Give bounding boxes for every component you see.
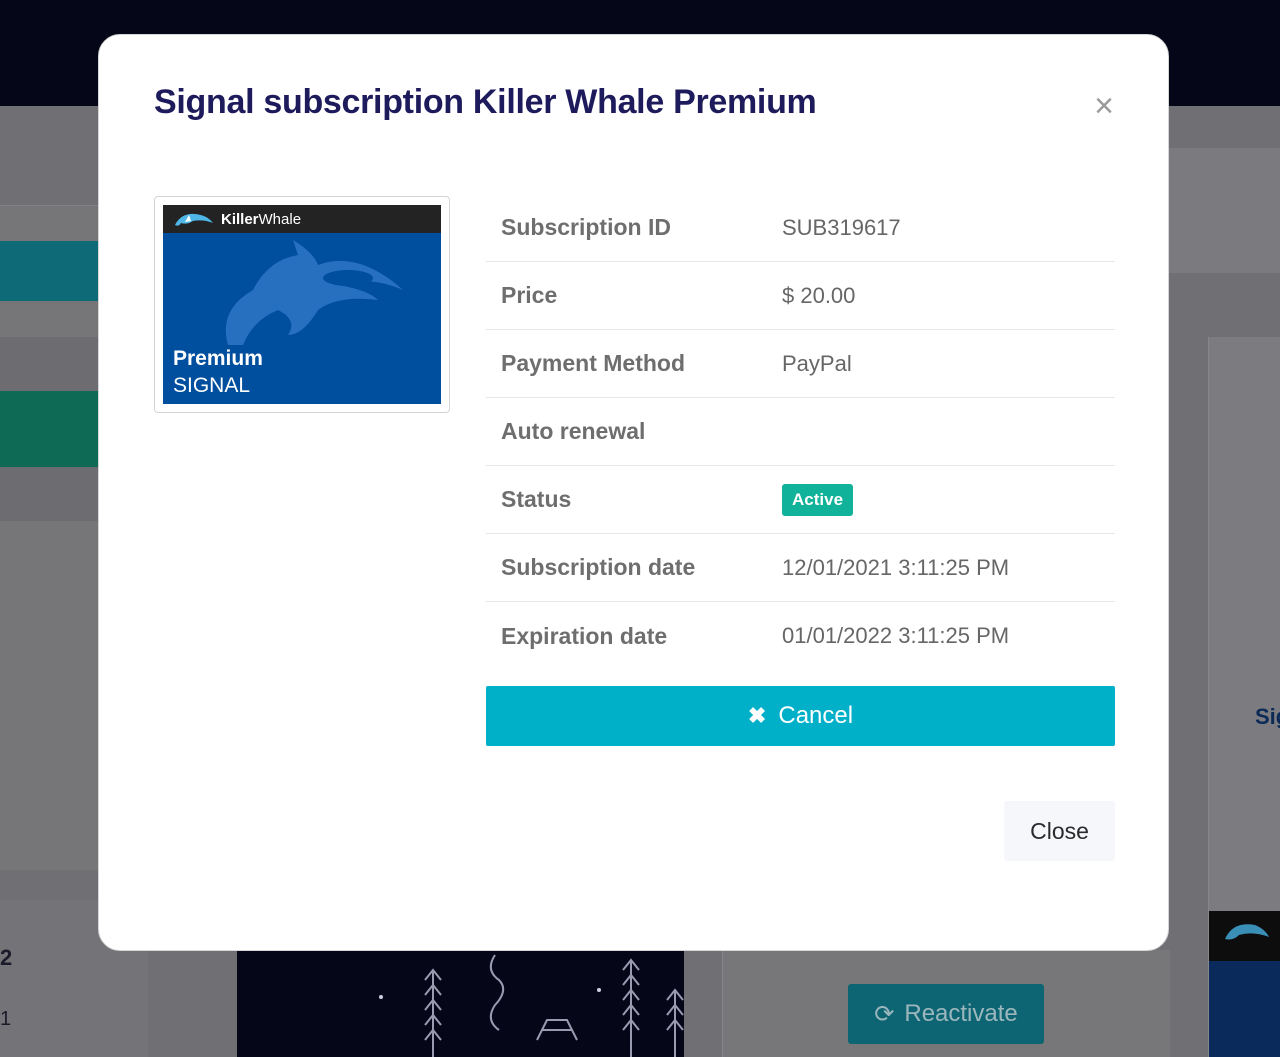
reactivate-button: ⟳ Reactivate (848, 984, 1044, 1044)
detail-row-auto-renewal: Auto renewal (486, 398, 1115, 466)
cancel-x-icon: ✖ (747, 703, 767, 728)
thumbnail-signal-label: SIGNAL (173, 374, 251, 397)
left-grey-strip (0, 337, 100, 391)
detail-label: Status (501, 486, 572, 512)
cancel-subscription-button[interactable]: ✖ Cancel (486, 686, 1115, 746)
detail-row-status: Status Active (486, 466, 1115, 534)
modal-title: Signal subscription Killer Whale Premium (154, 83, 817, 121)
right-card: Sig (1208, 337, 1280, 1057)
detail-row-subscription-date: Subscription date 12/01/2021 3:11:25 PM (486, 534, 1115, 602)
detail-label: Auto renewal (501, 418, 646, 444)
left-green-bar (0, 391, 100, 467)
brand-name: KillerWhale (221, 210, 302, 228)
subscription-modal: Signal subscription Killer Whale Premium… (98, 34, 1169, 951)
detail-label: Payment Method (501, 350, 686, 376)
right-card-title: Sig (1255, 704, 1280, 729)
refresh-icon: ⟳ (874, 1000, 895, 1028)
product-thumbnail: KillerWhale Premium SIGNAL (154, 196, 450, 413)
detail-label: Expiration date (501, 622, 668, 649)
bottom-dark-image (237, 950, 684, 1057)
forest-illustration (379, 954, 684, 1057)
detail-value: 12/01/2021 3:11:25 PM (782, 554, 1010, 580)
status-badge: Active (782, 483, 854, 516)
detail-label: Price (501, 282, 558, 308)
orca-icon (225, 240, 403, 345)
content-header-strip (1168, 148, 1280, 273)
right-card-thumbnail (1209, 911, 1280, 1057)
thumbnail-premium-label: Premium (173, 347, 263, 370)
detail-label: Subscription date (501, 554, 696, 580)
whale-icon (1225, 924, 1269, 940)
detail-row-expiration-date: Expiration date 01/01/2022 3:11:25 PM (486, 602, 1115, 670)
detail-value: SUB319617 (782, 214, 901, 240)
detail-label: Subscription ID (501, 214, 671, 240)
detail-row-subscription-id: Subscription ID SUB319617 (486, 194, 1115, 262)
detail-value: $ 20.00 (782, 282, 856, 308)
left-grey-strip-2 (0, 467, 100, 521)
left-panel (0, 205, 100, 870)
thumbnail-header: KillerWhale (163, 205, 441, 233)
close-button[interactable]: Close (1004, 801, 1115, 861)
detail-value: PayPal (782, 350, 852, 376)
whale-logo-icon (175, 213, 213, 226)
detail-row-payment-method: Payment Method PayPal (486, 330, 1115, 398)
detail-row-price: Price $ 20.00 (486, 262, 1115, 330)
subscription-details-table: Subscription ID SUB319617 Price $ 20.00 … (486, 194, 1115, 670)
detail-value: 01/01/2022 3:11:25 PM (782, 623, 1010, 648)
close-icon[interactable]: × (1089, 89, 1119, 123)
left-teal-bar (0, 241, 100, 301)
cancel-label: Cancel (778, 702, 854, 729)
